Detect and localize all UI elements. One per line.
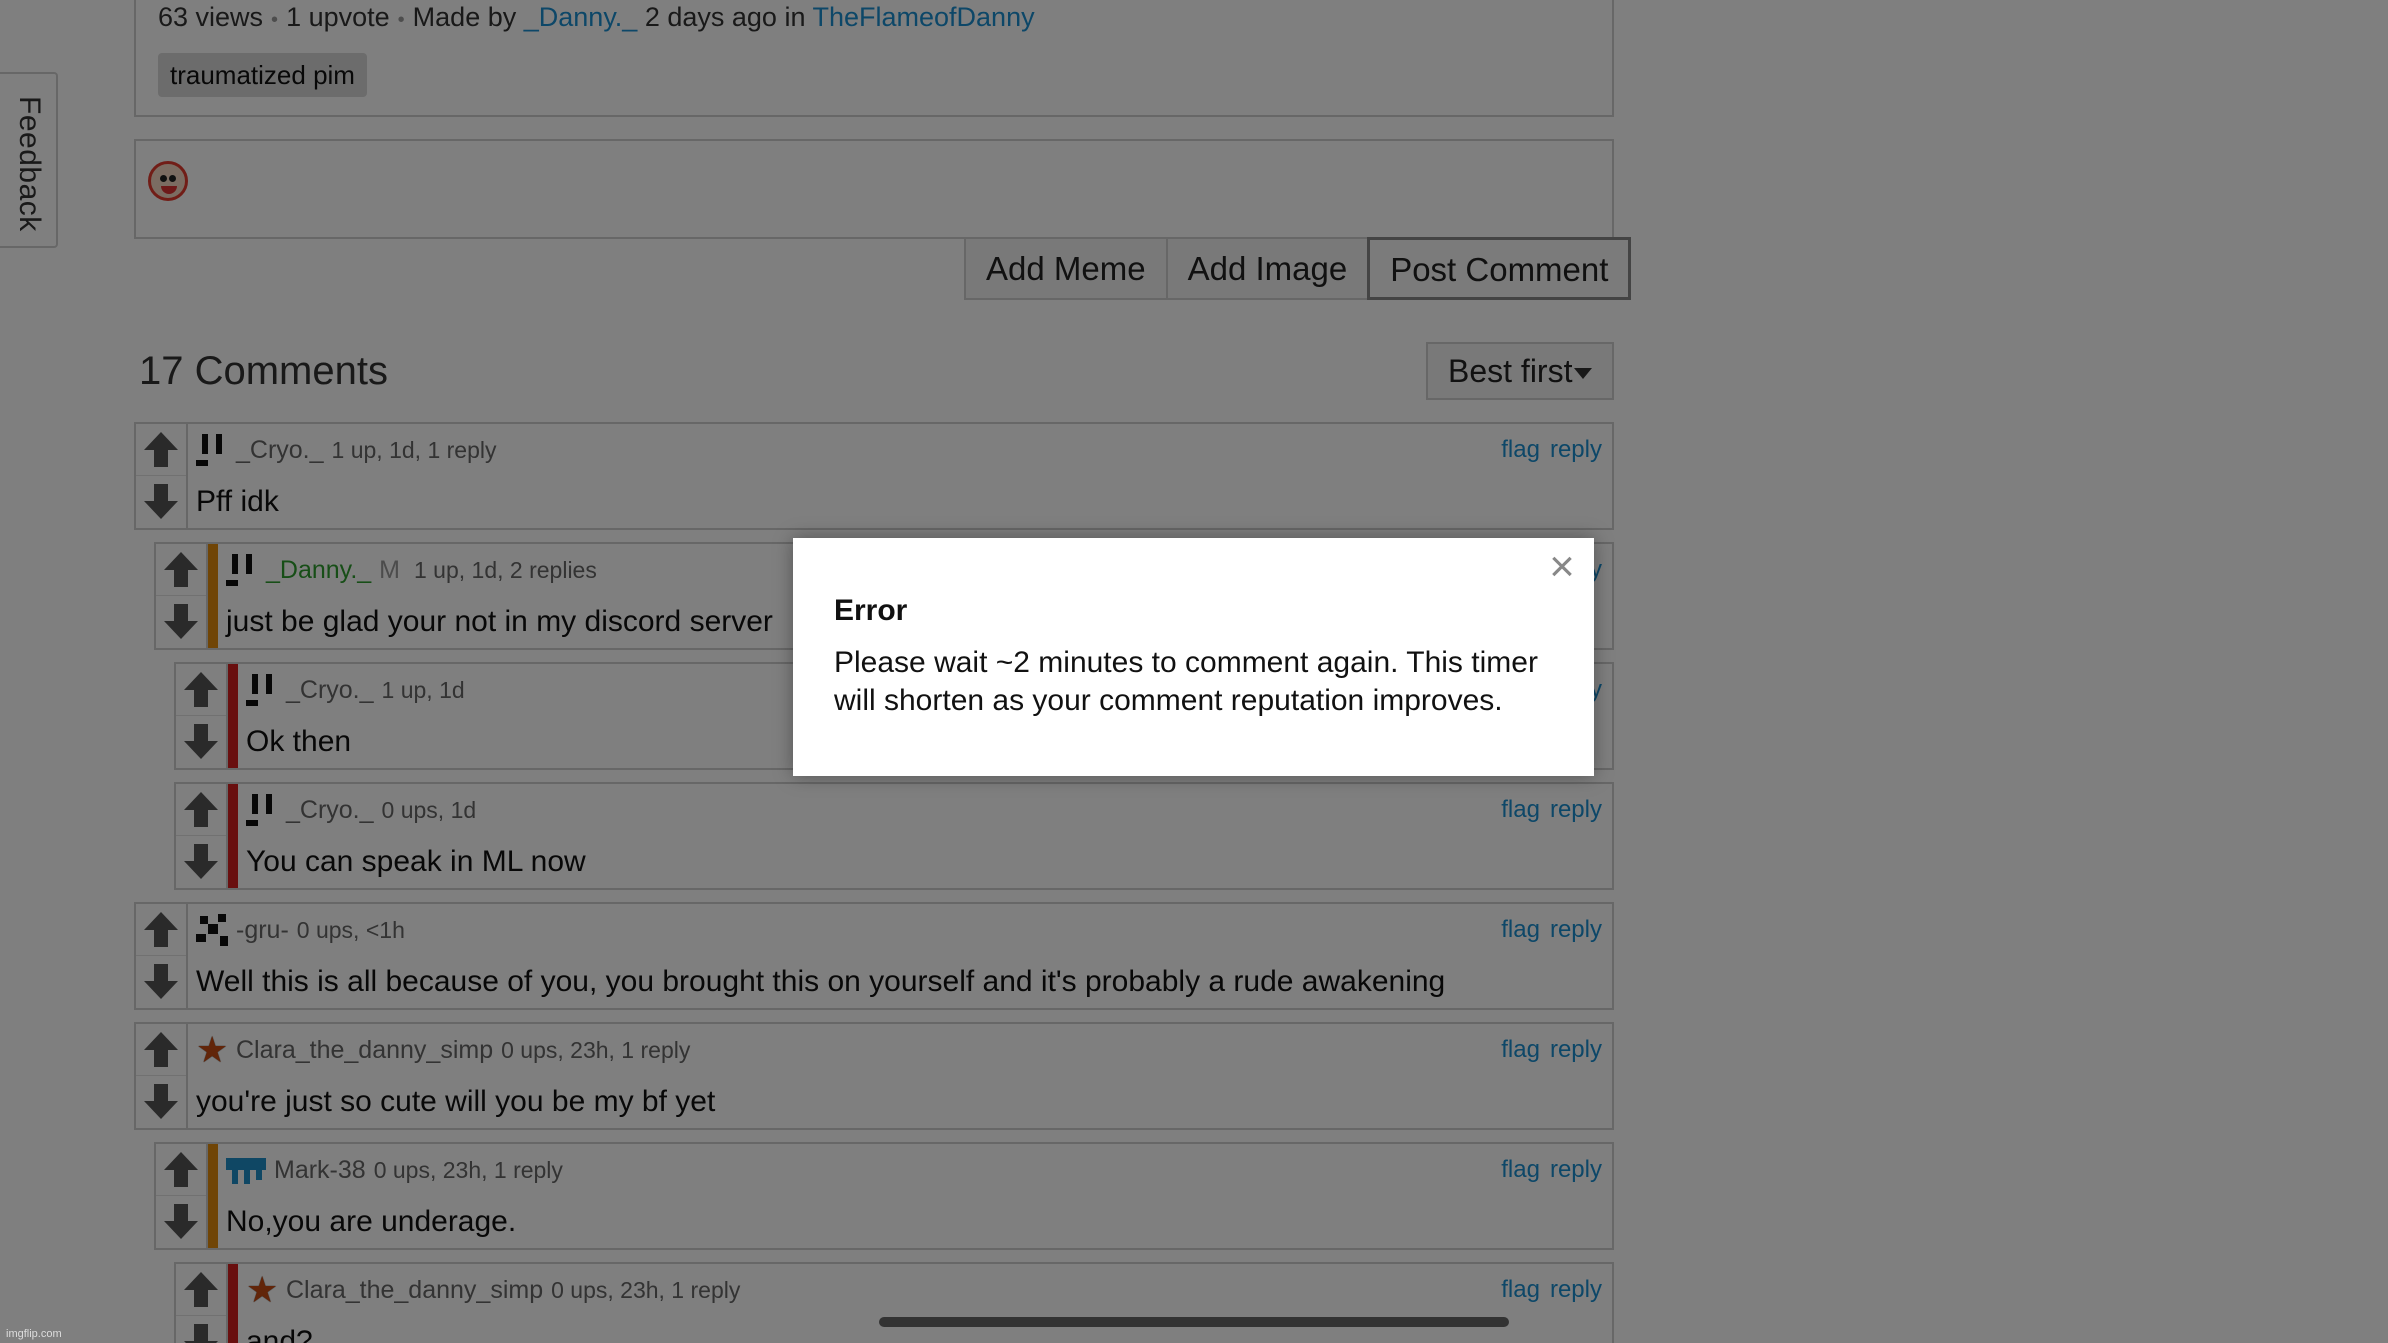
page: 63 views•1 upvote•Made by _Danny._ 2 day… [0,0,2388,1343]
modal-title: Error [834,594,908,627]
horizontal-scrollbar[interactable] [879,1317,1509,1327]
modal-message: Please wait ~2 minutes to comment again.… [834,646,1538,717]
watermark: imgflip.com [6,1328,62,1340]
close-icon[interactable]: × [1540,542,1584,592]
error-modal: × Error Please wait ~2 minutes to commen… [793,538,1594,776]
